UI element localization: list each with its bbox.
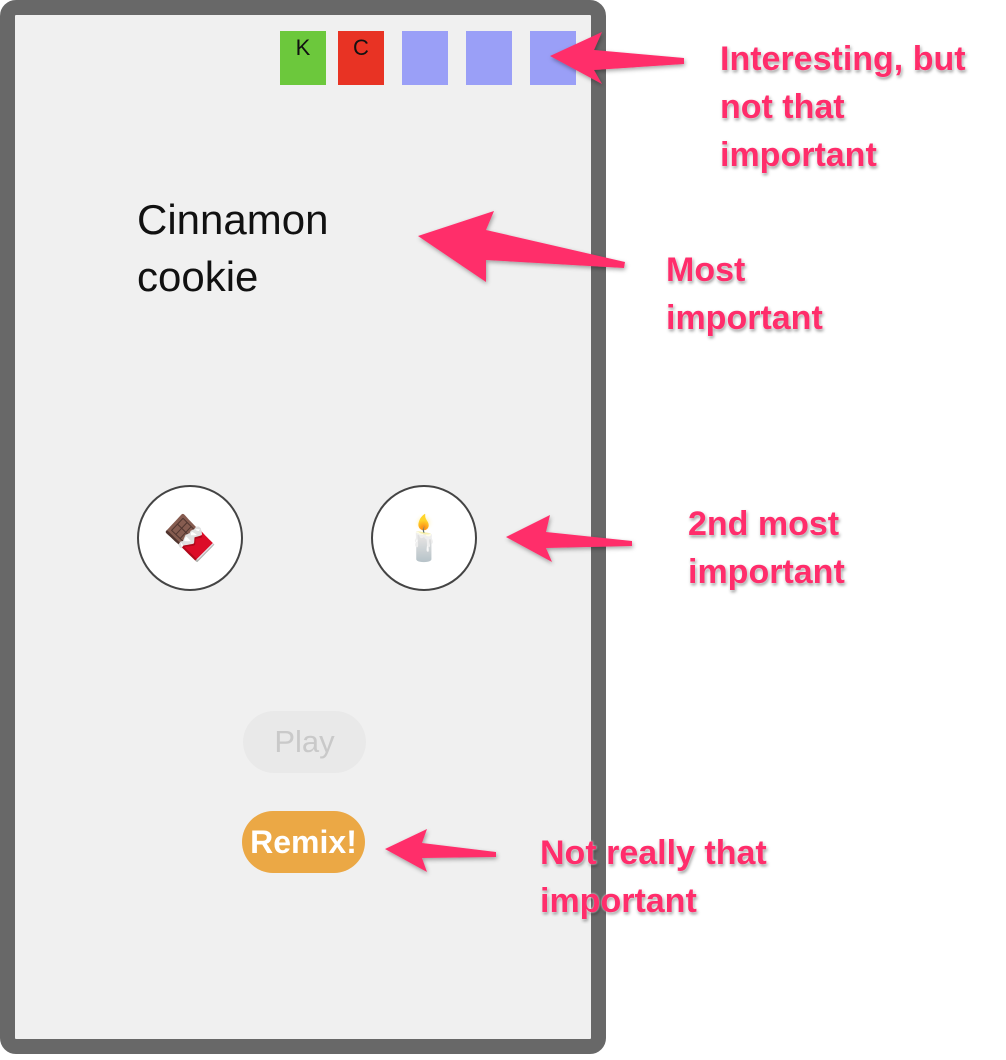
arrow-to-tiles: [550, 32, 684, 84]
annotation-tiles: Interesting, but not that important: [720, 40, 966, 174]
arrow-to-title: [418, 211, 625, 282]
arrow-to-options: [506, 515, 632, 562]
annotation-title: Most important: [666, 251, 823, 337]
annotation-options: 2nd most important: [688, 505, 845, 591]
annotation-remix: Not really that important: [540, 834, 767, 920]
arrow-to-remix: [385, 829, 496, 872]
